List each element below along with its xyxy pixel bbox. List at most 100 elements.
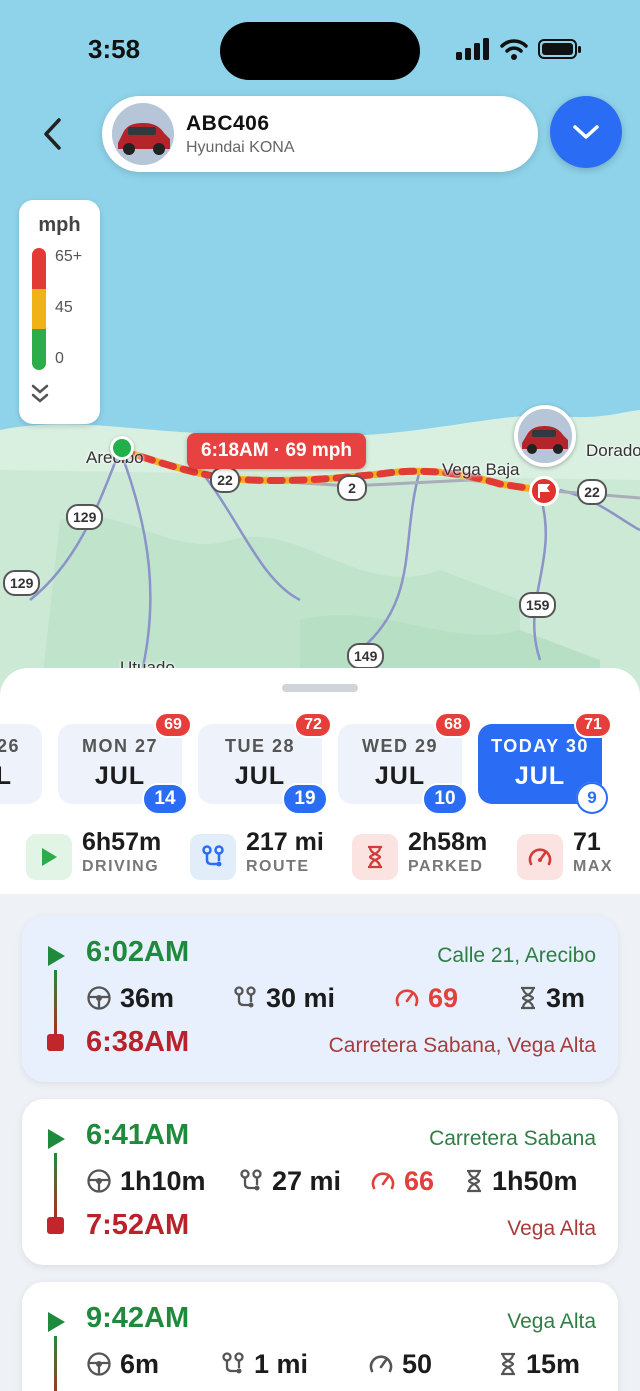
trips-sheet[interactable]: 26 JUL MON 27 JUL 69 14 TUE 28 JUL 72 19… — [0, 668, 640, 1391]
vehicle-dropdown-button[interactable] — [550, 96, 622, 168]
day-stats: 6h57m DRIVING 217 mi ROUTE 2h58m PARKED … — [0, 826, 640, 892]
dynamic-island — [220, 22, 420, 80]
trip-count-badge: 10 — [422, 783, 468, 815]
back-button[interactable] — [30, 106, 76, 162]
car-image-icon — [518, 409, 572, 463]
map-label-dorado: Dorado — [586, 441, 640, 460]
trip-start-time: 6:02AM — [86, 936, 190, 968]
trip-card[interactable]: 6:41AM Carretera Sabana 1h10m 27 mi 66 1… — [22, 1099, 618, 1265]
stat-max-value: 71 — [573, 828, 601, 856]
route-shield: 2 — [337, 475, 367, 501]
speedometer-icon — [395, 989, 419, 1007]
trip-count-badge: 9 — [576, 782, 608, 814]
speedometer-icon — [517, 834, 563, 880]
chevron-down-icon — [573, 125, 599, 139]
trip-parked-value: 3m — [546, 982, 586, 1013]
speedometer-icon — [369, 1355, 393, 1373]
max-speed-badge: 68 — [434, 712, 472, 738]
stat-parked-label: PARKED — [408, 858, 484, 875]
day-card[interactable]: 26 JUL — [0, 724, 42, 804]
trip-timeline — [54, 1153, 57, 1219]
stat-max-label: MAX — [573, 858, 614, 875]
trip-max-speed: 50 — [368, 1346, 432, 1382]
legend-unit: mph — [38, 214, 81, 236]
map-label-vega-baja: Vega Baja — [442, 460, 520, 479]
trip-distance: 1 mi — [220, 1346, 308, 1382]
trip-duration-value: 6m — [120, 1348, 160, 1379]
day-card-weekday: TODAY 30 — [491, 736, 589, 756]
stat-driving-value: 6h57m — [82, 828, 162, 856]
hourglass-icon — [467, 1169, 481, 1193]
trip-distance-value: 27 mi — [272, 1165, 342, 1196]
status-time: 3:58 — [88, 34, 141, 64]
trip-card[interactable]: 6:02AM Calle 21, Arecibo 36m 30 mi 69 3m… — [22, 916, 618, 1082]
vehicle-location-marker[interactable] — [514, 405, 576, 467]
battery-icon — [538, 39, 581, 59]
trip-duration-value: 1h10m — [120, 1165, 206, 1196]
trip-distance-value: 1 mi — [254, 1348, 309, 1379]
trip-parked-value: 15m — [526, 1348, 581, 1379]
wifi-icon — [500, 39, 528, 60]
vehicle-model: Hyundai KONA — [186, 138, 295, 156]
trip-parked-value: 1h50m — [492, 1165, 578, 1196]
trip-start-icon — [48, 1129, 65, 1149]
flag-icon — [538, 484, 550, 498]
day-card-weekday: WED 29 — [361, 736, 439, 756]
trip-max-speed-value: 69 — [428, 982, 459, 1013]
max-speed-badge: 72 — [294, 712, 332, 738]
trip-max-speed: 66 — [370, 1163, 434, 1199]
chevron-left-icon — [44, 118, 61, 150]
trip-start-icon — [48, 946, 65, 966]
map-view[interactable]: 3:58 ABC406 Hyundai KONA mph 65+ 45 0 Ve… — [0, 0, 640, 700]
route-shield: 149 — [347, 643, 385, 669]
trip-duration: 1h10m — [86, 1163, 206, 1199]
trip-start-marker[interactable] — [110, 436, 134, 460]
trip-end-time: 7:52AM — [86, 1209, 190, 1241]
vehicle-photo — [112, 103, 174, 165]
stat-route-value: 217 mi — [246, 828, 324, 856]
vehicle-selector[interactable]: ABC406 Hyundai KONA — [102, 96, 538, 172]
trip-start-icon — [48, 1312, 65, 1332]
trip-parked: 15m — [498, 1346, 580, 1382]
hourglass-icon — [352, 834, 398, 880]
route-shield: 22 — [577, 479, 607, 505]
status-icons — [456, 38, 582, 60]
steering-wheel-icon — [87, 1169, 111, 1193]
trip-end-address: Carretera Sabana, Vega Alta — [328, 1034, 596, 1057]
trip-card[interactable]: 9:42AM Vega Alta 6m 1 mi 50 15m — [22, 1282, 618, 1391]
hourglass-icon — [501, 1352, 515, 1376]
trip-count-badge: 14 — [142, 783, 188, 815]
trip-end-marker[interactable] — [529, 476, 559, 506]
cellular-signal-icon — [456, 38, 489, 60]
stat-route-label: ROUTE — [246, 858, 310, 875]
legend-collapse-button[interactable] — [28, 382, 52, 411]
trip-timeline — [54, 1336, 57, 1391]
trip-duration-value: 36m — [120, 982, 175, 1013]
hourglass-icon — [521, 986, 535, 1010]
max-speed-badge: 71 — [574, 712, 612, 738]
route-shield: 129 — [66, 504, 104, 530]
trip-max-speed-value: 50 — [402, 1348, 433, 1379]
day-card-weekday: 26 — [0, 736, 20, 756]
vehicle-plate: ABC406 — [186, 111, 270, 135]
trip-timeline — [54, 970, 57, 1036]
trip-start-time: 9:42AM — [86, 1302, 190, 1334]
route-shield: 22 — [210, 467, 240, 493]
trip-end-icon — [47, 1034, 64, 1051]
route-icon — [240, 1169, 262, 1191]
speedometer-icon — [371, 1172, 395, 1190]
trip-end-address: Vega Alta — [507, 1217, 596, 1240]
trip-max-speed: 69 — [394, 980, 458, 1016]
trip-duration: 6m — [86, 1346, 159, 1382]
trip-end-time: 6:38AM — [86, 1026, 190, 1058]
legend-high-label: 65+ — [55, 248, 83, 265]
car-image-icon — [112, 103, 174, 165]
trip-duration: 36m — [86, 980, 174, 1016]
route-icon — [234, 986, 256, 1008]
trip-start-address: Carretera Sabana — [429, 1127, 596, 1150]
day-card-weekday: TUE 28 — [224, 736, 296, 756]
legend-low-label: 0 — [55, 350, 64, 367]
trip-end-icon — [47, 1217, 64, 1234]
speed-tooltip: 6:18AM · 69 mph — [187, 433, 366, 469]
sheet-grabber[interactable] — [282, 684, 358, 692]
